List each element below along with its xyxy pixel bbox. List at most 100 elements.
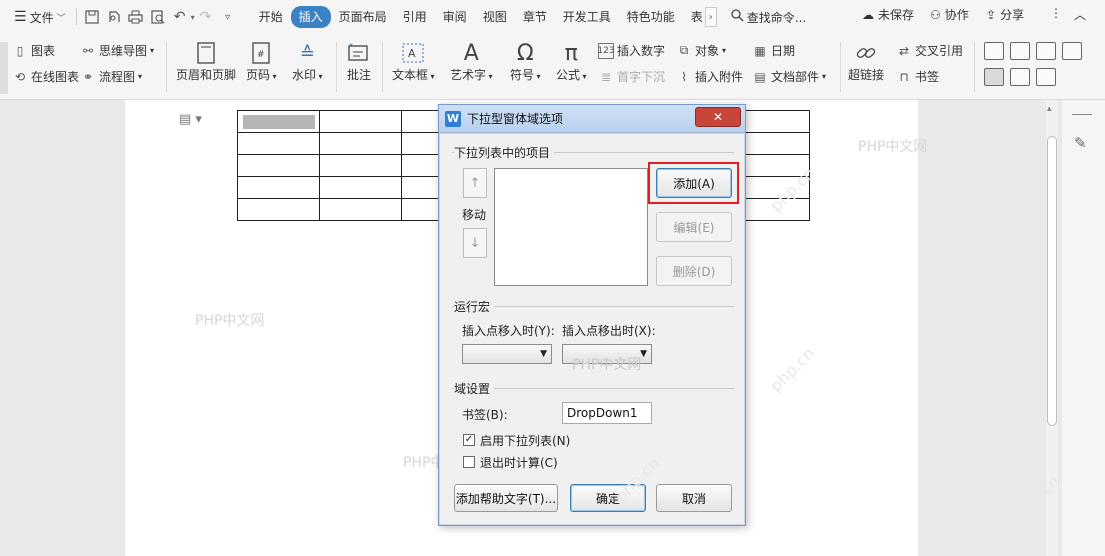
table-cell[interactable] (319, 154, 402, 177)
exit-macro-select[interactable]: ▼ (562, 344, 652, 364)
search-command-label: 查找命令... (746, 10, 807, 25)
export-pdf-icon[interactable] (103, 6, 125, 28)
textbox-button[interactable]: A 文本框 ▾ (392, 40, 435, 83)
table-cell[interactable] (237, 198, 320, 221)
page-number-button[interactable]: # 页码 ▾ (246, 40, 277, 83)
divider (336, 42, 337, 92)
table-cell[interactable] (237, 110, 320, 133)
close-button[interactable]: ✕ (695, 107, 741, 127)
unsaved-status[interactable]: ☁ 未保存 (862, 6, 914, 23)
cancel-button[interactable]: 取消 (656, 484, 732, 512)
page-number-label: 页码 (246, 68, 271, 82)
object-button[interactable]: ⧉ 对象 ▾ (676, 42, 726, 59)
tab-scroll-right-button[interactable]: › (704, 7, 717, 27)
form-lock-icon[interactable] (1010, 68, 1030, 86)
vertical-scrollbar[interactable]: ▴ (1046, 100, 1058, 556)
bookmark-button[interactable]: ⊓ 书签 (896, 68, 939, 85)
scrollbar-thumb[interactable] (1047, 136, 1057, 426)
move-down-button[interactable]: ↓ (463, 228, 487, 258)
hyperlink-label: 超链接 (848, 68, 885, 82)
print-preview-icon[interactable] (147, 6, 169, 28)
table-cell[interactable] (237, 176, 320, 199)
dropdown-form-field[interactable] (242, 114, 315, 129)
table-cell[interactable] (319, 176, 402, 199)
edit-button[interactable]: 编辑(E) (656, 212, 732, 242)
form-checkbox-icon[interactable] (1010, 42, 1030, 60)
form-dropdown-icon[interactable] (984, 68, 1004, 86)
collaborate-button[interactable]: ⚇ 协作 (930, 6, 969, 23)
collapse-ribbon-icon[interactable]: ︿ (1074, 6, 1086, 23)
tab-view[interactable]: 视图 (475, 6, 515, 28)
doc-parts-button[interactable]: ▤ 文档部件 ▾ (752, 68, 826, 85)
print-icon[interactable] (125, 6, 147, 28)
wps-app-icon: W (445, 110, 461, 127)
comment-button[interactable]: * 批注 (346, 40, 372, 83)
search-command[interactable]: 查找命令... (725, 6, 812, 28)
watermark-text: php.cn (946, 263, 999, 316)
tab-home[interactable]: 开始 (251, 6, 291, 28)
online-chart-button[interactable]: ⟲ 在线图表 (12, 68, 79, 85)
number-icon: 123 (597, 42, 615, 59)
tab-special-features[interactable]: 特色功能 (619, 6, 683, 28)
tab-references[interactable]: 引用 (395, 6, 435, 28)
header-footer-button[interactable]: 页眉和页脚 (176, 40, 236, 83)
wordart-icon: A (463, 40, 479, 66)
enable-dropdown-checkbox[interactable]: ✓ (463, 434, 475, 446)
omega-icon: Ω (516, 40, 534, 66)
add-help-text-button[interactable]: 添加帮助文字(T)... (454, 484, 558, 512)
watermark-button[interactable]: ≙ 水印 ▾ (292, 40, 323, 83)
share-button[interactable]: ⇪ 分享 (986, 6, 1024, 23)
quick-access-dropdown-icon[interactable]: ▿ (217, 6, 239, 28)
delete-button[interactable]: 删除(D) (656, 256, 732, 286)
table-cell[interactable] (319, 132, 402, 155)
chart-label: 图表 (31, 44, 56, 58)
ok-button[interactable]: 确定 (570, 484, 646, 512)
tab-review[interactable]: 审阅 (435, 6, 475, 28)
file-menu[interactable]: ☰ 文件 ﹀ (8, 6, 72, 28)
form-textbox-icon[interactable] (984, 42, 1004, 60)
calc-on-exit-checkbox[interactable] (463, 456, 475, 468)
undo-icon[interactable]: ↶ (169, 6, 191, 28)
form-properties-icon[interactable] (1062, 42, 1082, 60)
entry-macro-select[interactable]: ▼ (462, 344, 552, 364)
online-chart-label: 在线图表 (31, 70, 80, 84)
symbol-button[interactable]: Ω 符号 ▾ (510, 40, 541, 83)
ribbon-scroll-left[interactable] (0, 42, 8, 94)
flowchart-button[interactable]: ⚭ 流程图 ▾ (80, 68, 142, 85)
table-cell[interactable] (237, 154, 320, 177)
table-cell[interactable] (319, 110, 402, 133)
wordart-button[interactable]: A 艺术字 ▾ (450, 40, 493, 83)
crossref-button[interactable]: ⇄ 交叉引用 (896, 42, 963, 59)
formula-button[interactable]: π 公式 ▾ (556, 40, 587, 83)
redo-icon[interactable]: ↷ (195, 6, 217, 28)
tab-page-layout[interactable]: 页面布局 (331, 6, 395, 28)
add-button[interactable]: 添加(A) (656, 168, 732, 198)
scroll-up-icon[interactable]: ▴ (1047, 104, 1052, 114)
save-icon[interactable] (81, 6, 103, 28)
tab-table[interactable]: 表 (683, 6, 705, 28)
hyperlink-button[interactable]: 超链接 (848, 40, 884, 83)
table-cell[interactable] (319, 198, 402, 221)
table-cell[interactable] (237, 132, 320, 155)
insert-number-button[interactable]: 123 插入数字 (597, 42, 665, 59)
comment-icon: * (346, 40, 372, 66)
bookmark-input[interactable]: DropDown1 (562, 402, 652, 424)
tab-insert[interactable]: 插入 (290, 6, 331, 28)
svg-text:*: * (349, 43, 353, 51)
dropdown-items-list[interactable] (494, 168, 648, 286)
exit-macro-label: 插入点移出时(X): (562, 324, 656, 338)
date-button[interactable]: ▦ 日期 (752, 42, 795, 59)
tab-section[interactable]: 章节 (515, 6, 555, 28)
mindmap-button[interactable]: ⚯ 思维导图 ▾ (80, 42, 154, 59)
delete-button-label: 删除(D) (672, 264, 716, 279)
page-menu-icon[interactable]: ▤ ▾ (179, 112, 202, 127)
tab-developer[interactable]: 开发工具 (555, 6, 619, 28)
dropcap-button[interactable]: ≣ 首字下沉 (598, 68, 665, 85)
chart-button[interactable]: ▯ 图表 (12, 42, 55, 59)
pen-icon[interactable]: ✎ (1074, 134, 1087, 152)
more-options-icon[interactable]: ⋮ (1050, 6, 1062, 20)
form-shading-icon[interactable] (1036, 68, 1056, 86)
move-up-button[interactable]: ↑ (463, 168, 487, 198)
attachment-button[interactable]: ⌇ 插入附件 (676, 68, 743, 85)
form-list-icon[interactable] (1036, 42, 1056, 60)
